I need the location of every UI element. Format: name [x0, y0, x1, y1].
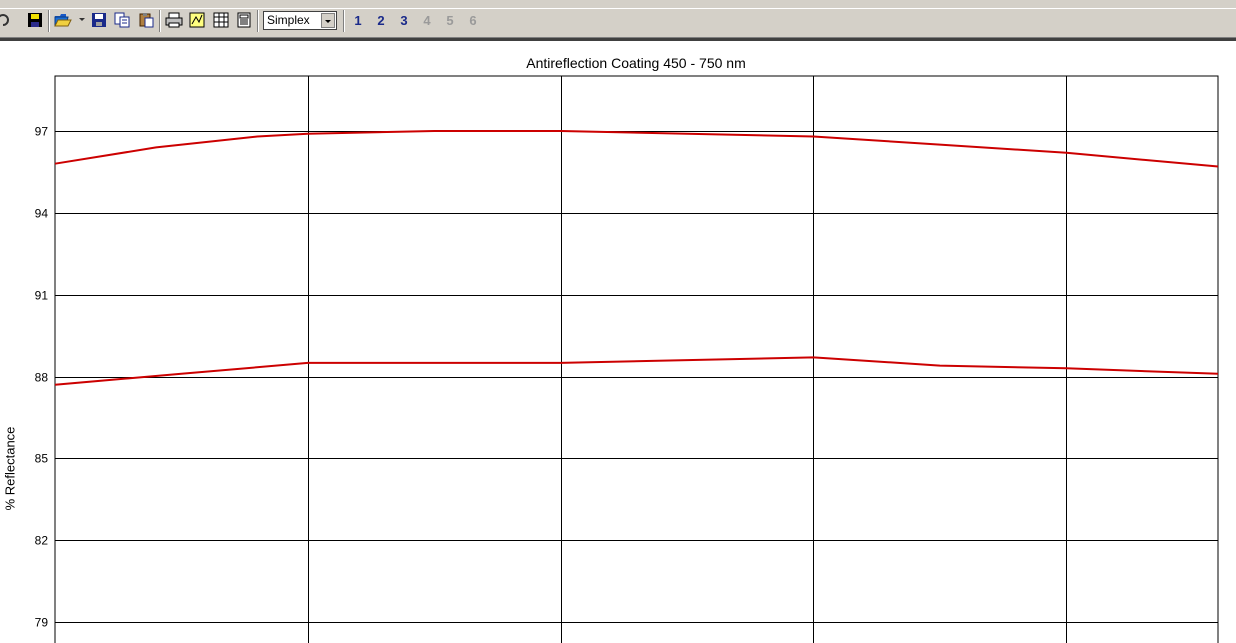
- reflectance-plot: 79 82 85 88 91 94 97: [35, 75, 1219, 643]
- plot-frame: [54, 75, 1219, 643]
- y-tick-label: 79: [35, 616, 49, 630]
- y-tick-label: 88: [35, 371, 49, 385]
- y-tick-label: 97: [35, 125, 49, 139]
- y-tick-label: 82: [35, 534, 49, 548]
- y-tick-label: 94: [35, 207, 49, 221]
- y-tick-label: 91: [35, 289, 49, 303]
- y-tick-label: 85: [35, 452, 49, 466]
